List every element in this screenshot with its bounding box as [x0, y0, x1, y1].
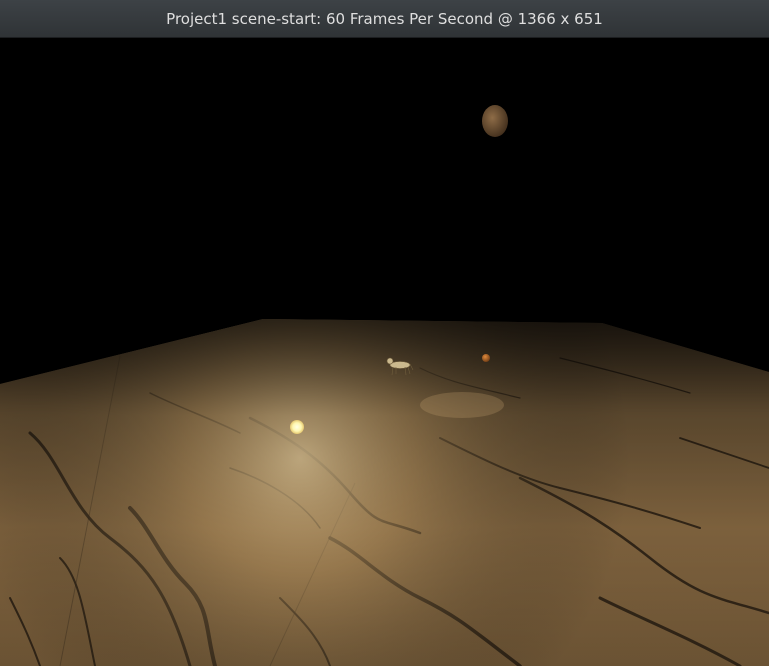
small-sphere [482, 354, 490, 362]
moon-sphere [482, 105, 508, 137]
window-title: Project1 scene-start: 60 Frames Per Seco… [166, 9, 603, 28]
render-viewport[interactable] [0, 38, 769, 666]
title-bar[interactable]: Project1 scene-start: 60 Frames Per Seco… [0, 0, 769, 38]
floor-plane [0, 319, 769, 666]
scene-canvas[interactable] [0, 38, 769, 666]
application-window: Project1 scene-start: 60 Frames Per Seco… [0, 0, 769, 666]
floor-shadow [420, 392, 504, 418]
light-source-sphere [290, 420, 304, 434]
